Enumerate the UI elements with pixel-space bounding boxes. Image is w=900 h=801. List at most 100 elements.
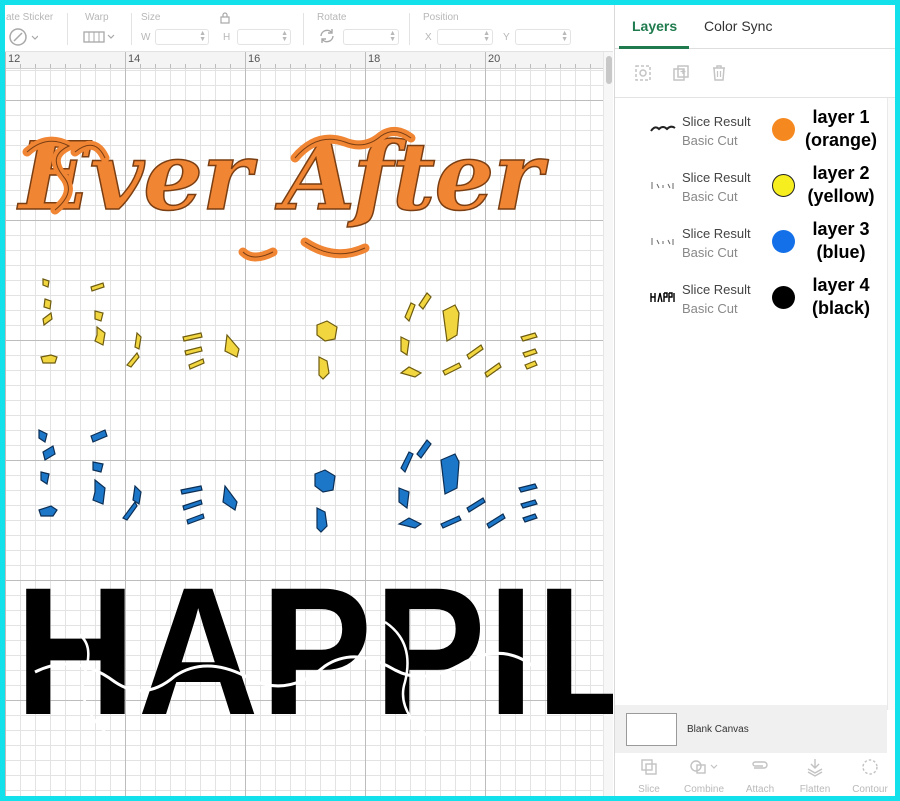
- attach-label: Attach: [745, 784, 775, 795]
- ruler-major-tick: [125, 52, 126, 69]
- pos-y-input[interactable]: ▲ ▼: [515, 29, 571, 45]
- annotation-line-2: (orange): [805, 130, 877, 150]
- contour-icon: [862, 759, 878, 775]
- horizontal-ruler: 12 14 16 18 20: [5, 52, 603, 69]
- layer-name: Slice Result: [682, 226, 751, 241]
- layer-list: Slice Result Basic Cut layer 1 (orange) S…: [615, 98, 887, 710]
- slice-icon: [641, 759, 657, 775]
- layer-row-4[interactable]: Slice Result Basic Cut layer 4 (black): [615, 272, 887, 326]
- duplicate-icon[interactable]: [671, 63, 691, 88]
- width-input[interactable]: ▲ ▼: [155, 29, 209, 45]
- warp-label: Warp: [85, 12, 109, 23]
- annotation-line-2: (blue): [816, 242, 866, 262]
- flatten-button[interactable]: Flatten: [790, 757, 840, 795]
- yellow-layer-pieces[interactable]: [5, 277, 605, 387]
- height-stepper[interactable]: ▲ ▼: [281, 30, 288, 43]
- ruler-tick-16: 16: [248, 53, 261, 65]
- ruler-tick-18: 18: [368, 53, 381, 65]
- layer-color-swatch[interactable]: [772, 230, 795, 253]
- layer-name: Slice Result: [682, 170, 751, 185]
- annotation-line-1: layer 4: [812, 275, 870, 295]
- blank-canvas-swatch[interactable]: [626, 713, 677, 746]
- warp-icon[interactable]: [82, 29, 116, 50]
- ruler-major-tick: [365, 52, 366, 69]
- slice-label: Slice: [638, 784, 660, 795]
- width-letter: W: [141, 32, 151, 43]
- toolbar-divider: [303, 13, 304, 45]
- ruler-tick-12: 12: [8, 53, 21, 65]
- layer-operation: Basic Cut: [682, 245, 738, 260]
- pos-y-letter: Y: [503, 32, 510, 43]
- width-stepper[interactable]: ▲ ▼: [199, 30, 206, 43]
- blue-layer-pieces[interactable]: [5, 424, 605, 534]
- layer-operation: Basic Cut: [682, 133, 738, 148]
- layer-row-1[interactable]: Slice Result Basic Cut layer 1 (orange): [615, 104, 887, 158]
- blank-canvas-label: Blank Canvas: [687, 724, 749, 735]
- layers-panel: Layers Color Sync Slice Result Basic Cut…: [614, 5, 896, 796]
- combine-button[interactable]: Combine: [679, 757, 729, 795]
- ruler-tick-14: 14: [128, 53, 141, 65]
- layer-annotation: layer 3 (blue): [801, 218, 881, 264]
- rotate-input[interactable]: ▲ ▼: [343, 29, 399, 45]
- pos-x-input[interactable]: ▲ ▼: [437, 29, 493, 45]
- toolbar-divider: [67, 13, 68, 45]
- layer-annotation: layer 1 (orange): [801, 106, 881, 152]
- size-label: Size: [141, 12, 161, 23]
- ruler-major-tick: [245, 52, 246, 69]
- layer-color-swatch[interactable]: [772, 286, 795, 309]
- layer-thumbnail: [650, 125, 676, 132]
- blank-canvas-row[interactable]: Blank Canvas: [615, 705, 887, 753]
- edit-toolbar: ate Sticker Warp Size W ▲ ▼ H ▲ ▼ Rotate ▲…: [5, 5, 613, 52]
- rotate-icon[interactable]: [318, 27, 336, 50]
- scrollbar-thumb[interactable]: [606, 56, 612, 84]
- annotation-line-1: layer 3: [812, 219, 870, 239]
- contour-button[interactable]: Contour: [845, 757, 895, 795]
- slice-cut-lines: [34, 620, 536, 743]
- annotation-line-2: (black): [811, 298, 871, 318]
- group-icon[interactable]: [633, 63, 653, 88]
- ruler-major-tick: [5, 52, 6, 69]
- tab-color-sync[interactable]: Color Sync: [704, 18, 772, 34]
- slice-button[interactable]: Slice: [624, 757, 674, 795]
- active-tab-indicator: [619, 46, 689, 49]
- orange-flourish: [22, 127, 416, 262]
- attach-button[interactable]: Attach: [735, 757, 785, 795]
- annotation-line-1: layer 2: [812, 163, 870, 183]
- tab-layers[interactable]: Layers: [632, 18, 677, 34]
- sticker-icon[interactable]: [8, 27, 39, 52]
- layer-name: Slice Result: [682, 282, 751, 297]
- height-letter: H: [223, 32, 231, 43]
- annotation-line-1: layer 1: [812, 107, 870, 127]
- layer-tools: [615, 50, 896, 98]
- layer-operation: Basic Cut: [682, 189, 738, 204]
- layer-operation: Basic Cut: [682, 301, 738, 316]
- layer-annotation: layer 4 (black): [801, 274, 881, 320]
- layer-thumbnail: [651, 182, 674, 189]
- height-input[interactable]: ▲ ▼: [237, 29, 291, 45]
- rotate-stepper[interactable]: ▲ ▼: [389, 30, 396, 43]
- layer-thumbnail: [650, 292, 675, 303]
- lock-icon[interactable]: [220, 11, 230, 29]
- pos-y-stepper[interactable]: ▲ ▼: [561, 30, 568, 43]
- layer-row-3[interactable]: Slice Result Basic Cut layer 3 (blue): [615, 216, 887, 270]
- pos-x-stepper[interactable]: ▲ ▼: [483, 30, 490, 43]
- layer-color-swatch[interactable]: [772, 118, 795, 141]
- layer-color-swatch[interactable]: [772, 174, 795, 197]
- warp-group: Warp: [79, 5, 139, 52]
- layer-name: Slice Result: [682, 114, 751, 129]
- flatten-label: Flatten: [799, 784, 831, 795]
- toolbar-divider: [409, 13, 410, 45]
- sticker-group: ate Sticker: [5, 5, 65, 52]
- annotation-line-2: (yellow): [807, 186, 875, 206]
- layer-thumbnail: [651, 238, 674, 245]
- layer-row-2[interactable]: Slice Result Basic Cut layer 2 (yellow): [615, 160, 887, 214]
- flatten-icon: [807, 759, 823, 777]
- contour-label: Contour: [852, 784, 888, 795]
- delete-icon[interactable]: [709, 63, 729, 88]
- panel-actions: Slice Combine Attach Flatten Contour: [615, 753, 896, 796]
- position-group: Position X ▲ ▼ Y ▲ ▼: [423, 5, 613, 52]
- design-canvas[interactable]: 12 14 16 18 20 Ever After HAPPI: [5, 52, 613, 796]
- paperclip-icon: [752, 761, 768, 769]
- size-group: Size W ▲ ▼ H ▲ ▼: [141, 5, 301, 52]
- layers-scrollbar[interactable]: [887, 98, 895, 710]
